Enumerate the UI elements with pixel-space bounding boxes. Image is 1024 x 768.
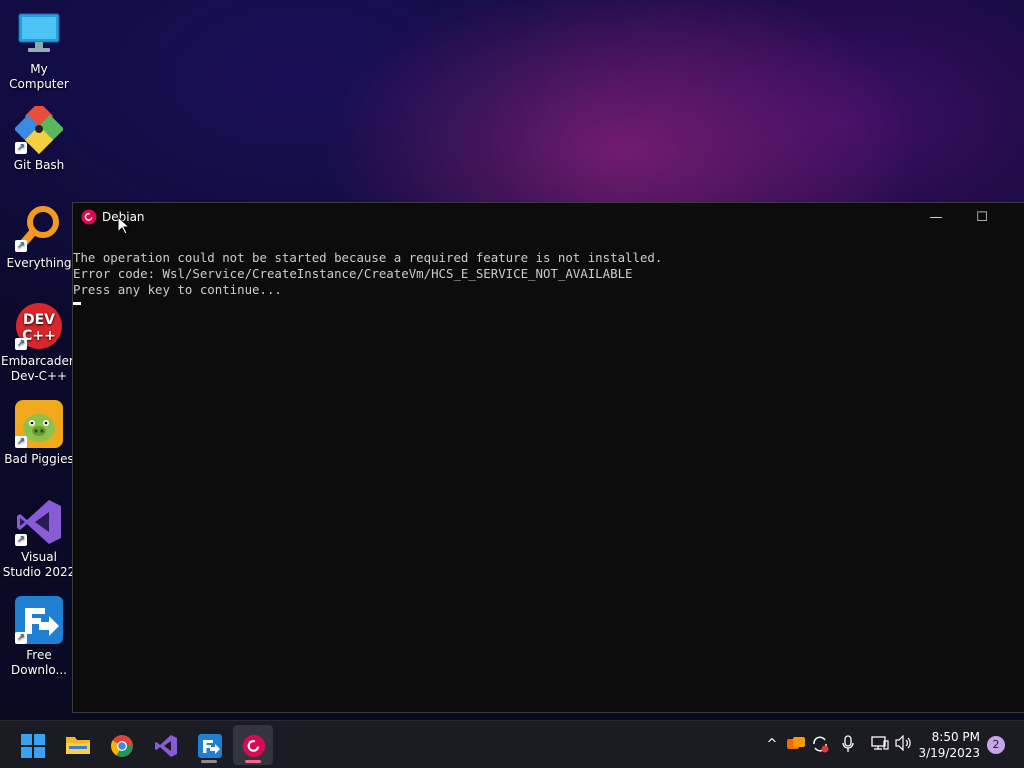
title-bar[interactable]: Debian — ☐ ✕ (73, 203, 1024, 233)
system-clock[interactable]: 8:50 PM 3/19/2023 (918, 729, 980, 761)
desktop-icon-bad-piggies[interactable]: ↗ Bad Piggies (0, 400, 78, 467)
show-hidden-icons-chevron-icon[interactable]: ^ (762, 735, 782, 755)
sync-icon[interactable] (810, 735, 830, 755)
volume-icon[interactable] (894, 734, 914, 755)
free-download-manager-icon: ↗ (15, 596, 63, 644)
network-icon[interactable] (870, 735, 890, 755)
mouse-pointer-icon (118, 217, 130, 235)
close-button[interactable]: ✕ (1005, 203, 1024, 233)
taskbar: ^ 8:50 PM 3/19/2023 2 (0, 720, 1024, 768)
desktop-icon-label: Visual Studio 2022 (2, 550, 76, 579)
monitor-icon (15, 10, 63, 58)
terminal-line: Press any key to continue... (73, 282, 282, 297)
desktop-icon-label: Bad Piggies (4, 452, 74, 466)
desktop-icon-my-computer[interactable]: My Computer (0, 10, 78, 92)
debian-icon (242, 734, 266, 758)
bad-piggies-icon: ↗ (15, 400, 63, 448)
shortcut-arrow-icon: ↗ (15, 240, 27, 252)
terminal-line: Error code: Wsl/Service/CreateInstance/C… (73, 266, 633, 281)
free-download-manager-icon (198, 734, 222, 758)
taskbar-file-explorer[interactable] (57, 725, 97, 765)
magnifier-icon: ↗ (15, 204, 63, 252)
debian-icon (81, 209, 97, 225)
desktop-icon-everything[interactable]: ↗ Everything (0, 204, 78, 271)
taskbar-free-download-manager[interactable] (189, 725, 229, 765)
terminal-output[interactable]: The operation could not be started becau… (73, 234, 1024, 712)
desktop-icon-label: Everything (6, 256, 72, 270)
shortcut-arrow-icon: ↗ (15, 142, 27, 154)
desktop-icon-git-bash[interactable]: ↗ Git Bash (0, 101, 78, 173)
microphone-icon[interactable] (838, 735, 858, 755)
terminal-window[interactable]: Debian — ☐ ✕ The operation could not be … (72, 202, 1024, 713)
desktop-icon-free-download-manager[interactable]: ↗ Free Downlo... (0, 596, 78, 678)
taskbar-chrome[interactable] (101, 725, 141, 765)
shortcut-arrow-icon: ↗ (15, 338, 27, 350)
chrome-icon (111, 735, 133, 757)
running-indicator (201, 760, 217, 763)
running-indicator (245, 760, 261, 763)
desktop-icon-label: Free Downlo... (11, 648, 67, 677)
visual-studio-icon: ↗ (15, 498, 63, 546)
desktop-icon-visual-studio[interactable]: ↗ Visual Studio 2022 (0, 498, 78, 580)
visual-studio-icon (155, 735, 177, 757)
desktop-icon-label: Git Bash (13, 158, 65, 172)
desktop-icon-dev-cpp[interactable]: DEV C++ ↗ Embarcadero Dev-C++ (0, 302, 81, 384)
clock-date: 3/19/2023 (918, 746, 980, 760)
dev-cpp-icon: DEV C++ ↗ (15, 302, 63, 350)
clock-time: 8:50 PM (931, 730, 980, 744)
windows-logo-icon (21, 734, 45, 758)
maximize-button[interactable]: ☐ (959, 203, 1005, 233)
start-button[interactable] (12, 725, 52, 765)
terminal-line: The operation could not be started becau… (73, 250, 663, 265)
shortcut-arrow-icon: ↗ (15, 632, 27, 644)
office-icon[interactable] (786, 735, 806, 755)
desktop-icon-label: My Computer (9, 62, 69, 91)
shortcut-arrow-icon: ↗ (15, 534, 27, 546)
text-cursor (73, 302, 81, 305)
desktop-icon-label: Embarcadero Dev-C++ (1, 354, 81, 383)
svg-text:C++: C++ (22, 328, 56, 344)
notification-badge[interactable]: 2 (987, 736, 1005, 754)
taskbar-debian[interactable] (233, 725, 273, 765)
minimize-button[interactable]: — (913, 203, 959, 233)
folder-icon (66, 737, 90, 754)
shortcut-arrow-icon: ↗ (15, 436, 27, 448)
svg-text:DEV: DEV (23, 312, 55, 328)
taskbar-visual-studio[interactable] (145, 725, 185, 765)
git-bash-icon: ↗ (13, 101, 65, 155)
